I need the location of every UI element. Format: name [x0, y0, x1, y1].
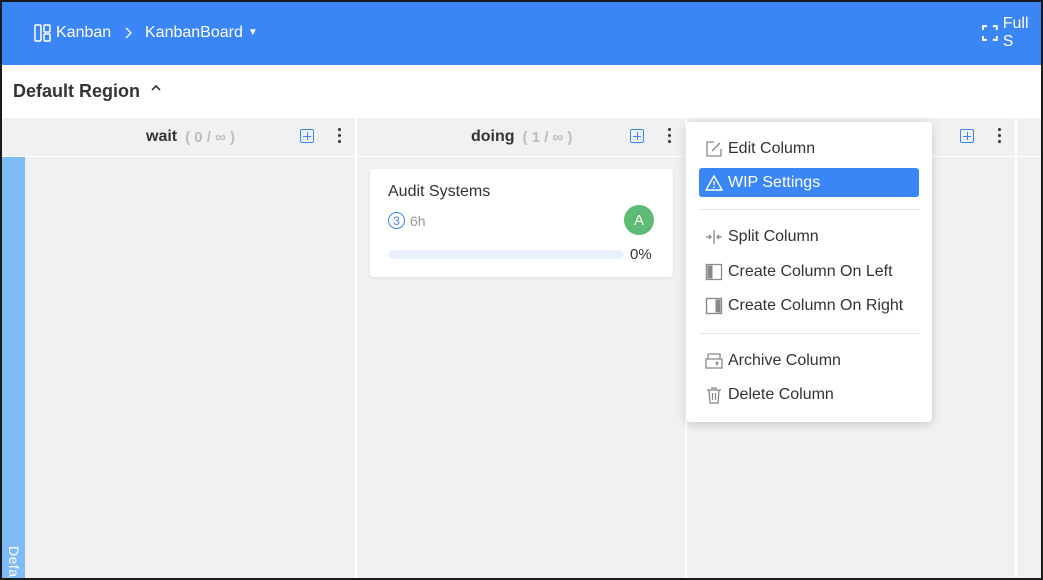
column-actions-menu: Edit Column WIP Settings Split Column Cr… [686, 122, 932, 422]
kanban-icon [34, 23, 51, 42]
add-card-button[interactable] [300, 129, 314, 143]
split-icon [706, 229, 722, 244]
menu-item-split-column[interactable]: Split Column [699, 222, 919, 251]
card-title: Audit Systems [388, 183, 491, 200]
menu-divider [699, 209, 919, 210]
edit-icon [706, 140, 722, 157]
column-wip-limit: ( 0 / ∞ ) [185, 128, 235, 146]
menu-item-create-left[interactable]: Create Column On Left [699, 257, 919, 286]
column-header-doing: doing ( 1 / ∞ ) [471, 118, 572, 156]
trash-icon [707, 386, 721, 404]
task-card[interactable]: Audit Systems 3 6h A 0% [370, 169, 673, 277]
menu-item-archive-column[interactable]: Archive Column [699, 346, 919, 375]
breadcrumb-board-dropdown[interactable]: KanbanBoard ▼ [145, 0, 258, 65]
archive-icon [705, 352, 723, 369]
menu-item-wip-settings[interactable]: WIP Settings [699, 168, 919, 197]
progress-percent: 0% [630, 246, 652, 263]
menu-item-label: Archive Column [728, 351, 841, 369]
column-wip-limit: ( 1 / ∞ ) [522, 128, 573, 146]
estimate-label: 6h [410, 213, 426, 229]
menu-item-label: Edit Column [728, 139, 816, 157]
progress-bar [388, 250, 624, 259]
warning-icon [705, 174, 723, 191]
breadcrumb-kanban-label: Kanban [56, 23, 112, 41]
column-right-icon [705, 297, 723, 314]
menu-item-label: Create Column On Right [728, 296, 904, 314]
menu-divider [699, 333, 919, 334]
top-navbar: Kanban KanbanBoard ▼ Full S [0, 0, 1043, 65]
chevron-up-icon[interactable] [149, 81, 163, 95]
chevron-right-icon [124, 0, 134, 65]
breadcrumb-kanban[interactable]: Kanban [34, 0, 111, 65]
fullscreen-button[interactable]: Full S [982, 0, 1043, 65]
column-divider [355, 118, 357, 580]
menu-item-create-right[interactable]: Create Column On Right [699, 291, 919, 320]
fullscreen-label: Full S [1002, 14, 1029, 50]
add-card-button[interactable] [960, 129, 974, 143]
fullscreen-icon [982, 24, 998, 41]
add-card-button[interactable] [630, 129, 644, 143]
more-vertical-icon[interactable] [996, 128, 1002, 146]
column-divider [1015, 118, 1017, 580]
breadcrumb-board-label: KanbanBoard [145, 23, 243, 41]
caret-down-icon: ▼ [247, 27, 258, 38]
column-title: wait [146, 128, 178, 145]
column-header-wait: wait ( 0 / ∞ ) [146, 118, 235, 156]
column-title: doing [471, 128, 515, 145]
region-title: Default Region [13, 81, 141, 101]
menu-item-edit-column[interactable]: Edit Column [699, 134, 919, 163]
priority-badge: 3 [388, 212, 405, 229]
menu-item-label: Delete Column [728, 385, 834, 403]
menu-item-label: WIP Settings [728, 173, 821, 191]
column-left-icon [705, 263, 723, 280]
avatar[interactable]: A [624, 205, 654, 235]
lane-label-strip[interactable]: Defa [2, 157, 25, 580]
region-header: Default Region [0, 65, 1043, 118]
menu-item-label: Create Column On Left [728, 262, 893, 280]
lane-label: Defa [6, 546, 22, 578]
menu-item-label: Split Column [728, 227, 819, 245]
menu-item-delete-column[interactable]: Delete Column [699, 380, 919, 409]
more-vertical-icon[interactable] [336, 128, 342, 146]
more-vertical-icon[interactable] [666, 128, 672, 146]
